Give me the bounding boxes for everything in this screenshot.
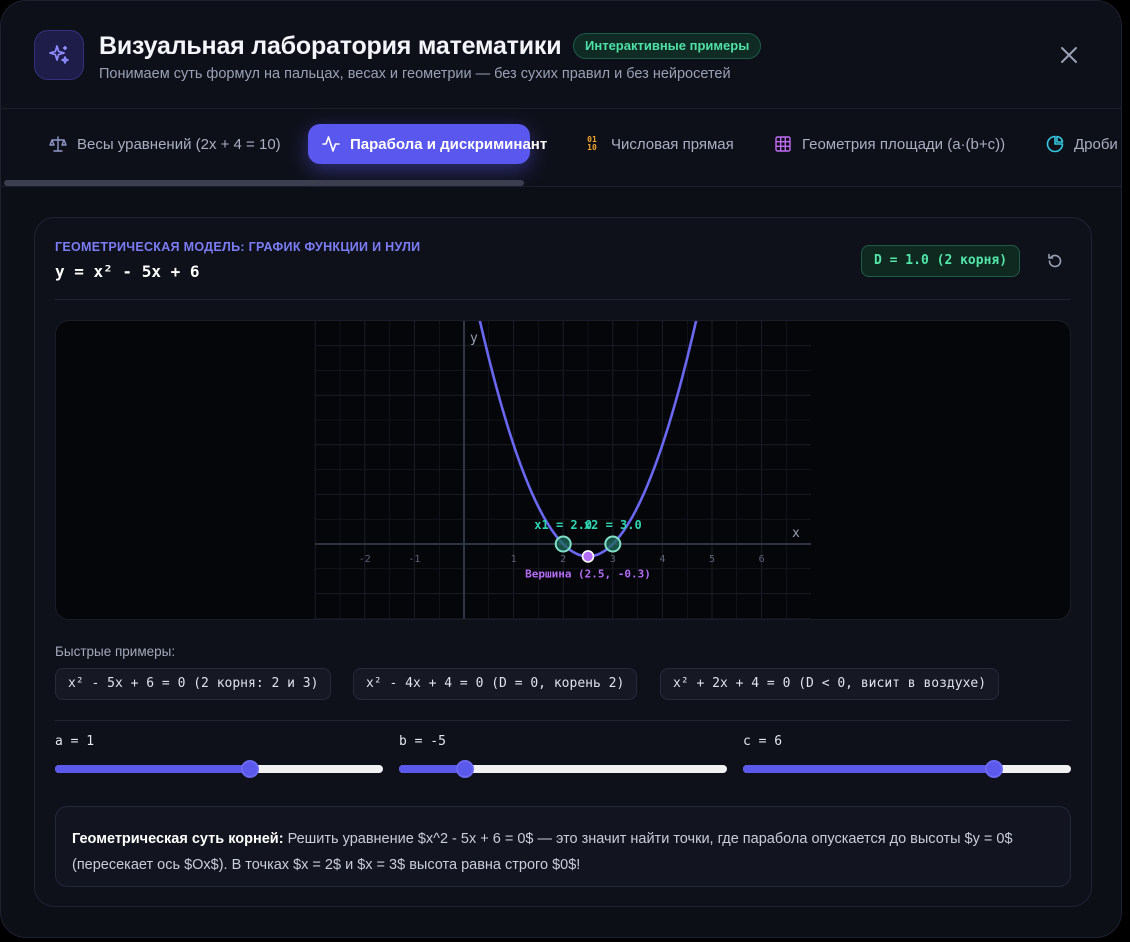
tab-label: Геометрия площади (a·(b+c)) (802, 135, 1006, 153)
example-chip-one-root[interactable]: x² - 4x + 4 = 0 (D = 0, корень 2) (353, 668, 638, 700)
pie-icon (1046, 135, 1064, 153)
close-icon (1061, 47, 1077, 63)
x-tick-label: 4 (659, 554, 665, 565)
tab-label: Числовая прямая (611, 135, 734, 153)
discriminant-badge: D = 1.0 (2 корня) (861, 245, 1021, 277)
slider-thumb[interactable] (984, 760, 1003, 778)
root-point (554, 535, 572, 553)
plot-svg: xy -2 -1 1 2 3 4 5 6 x1 = 2.0x2 = 3.0Вершина (2… (314, 321, 811, 619)
x-tick-label: -2 (359, 554, 371, 565)
x-axis-label: x (792, 526, 800, 541)
reset-button[interactable] (1043, 249, 1067, 273)
x-tick-label: 5 (709, 554, 715, 565)
vertex-point (581, 550, 595, 563)
explanation-bold: Геометрическая суть корней: (72, 831, 284, 847)
root-point (604, 535, 622, 553)
grid-icon (774, 135, 792, 153)
binary-icon: 01 10 (587, 135, 597, 152)
slider-fill (399, 765, 465, 773)
tab-label: Весы уравнений (2x + 4 = 10) (77, 135, 281, 153)
divider (55, 720, 1071, 721)
tab-bar: Весы уравнений (2x + 4 = 10) Парабола и … (1, 109, 1121, 187)
tab-equation-scales[interactable]: Весы уравнений (2x + 4 = 10) (35, 124, 295, 164)
scales-icon (49, 135, 67, 153)
interactive-badge: Интерактивные примеры (573, 33, 762, 59)
y-axis-label: y (470, 331, 478, 346)
parabola-card: ГЕОМЕТРИЧЕСКАЯ МОДЕЛЬ: ГРАФИК ФУНКЦИИ И … (34, 217, 1092, 907)
tab-fractions[interactable]: Дроби (1032, 124, 1121, 164)
modal-header: Визуальная лаборатория математики Интера… (1, 1, 1121, 109)
x-tick-label: 3 (610, 554, 616, 565)
root-label: x2 = 3.0 (584, 518, 642, 532)
vertex-label: Вершина (2.5, -0.3) (525, 567, 651, 580)
slider-thumb[interactable] (241, 760, 260, 778)
lab-modal: Визуальная лаборатория математики Интера… (0, 0, 1122, 938)
example-chip-no-roots[interactable]: x² + 2x + 4 = 0 (D < 0, висит в воздухе) (660, 668, 1000, 700)
model-label: ГЕОМЕТРИЧЕСКАЯ МОДЕЛЬ: ГРАФИК ФУНКЦИИ И … (55, 240, 421, 254)
slider-thumb[interactable] (455, 760, 474, 778)
slider-a-label: a = 1 (55, 734, 95, 749)
x-tick-label: 2 (560, 554, 566, 565)
sparkles-icon (34, 30, 84, 80)
activity-icon (322, 135, 340, 153)
slider-c-label: c = 6 (743, 734, 783, 749)
page-title: Визуальная лаборатория математики (99, 32, 562, 60)
slider-a[interactable] (55, 760, 383, 778)
tab-area-geometry[interactable]: Геометрия площади (a·(b+c)) (760, 124, 1019, 164)
tab-parabola[interactable]: Парабола и дискриминант (308, 124, 547, 164)
reset-icon (1048, 253, 1062, 268)
slider-fill (743, 765, 994, 773)
slider-b[interactable] (399, 760, 727, 778)
slider-c[interactable] (743, 760, 1071, 778)
tab-label: Парабола и дискриминант (350, 135, 548, 153)
quick-examples-title: Быстрые примеры: (55, 644, 176, 659)
function-formula: y = x² - 5x + 6 (55, 262, 200, 281)
example-chip-two-roots[interactable]: x² - 5x + 6 = 0 (2 корня: 2 и 3) (55, 668, 332, 700)
x-tick-label: 1 (511, 554, 517, 565)
slider-fill (55, 765, 251, 773)
page-subtitle: Понимаем суть формул на пальцах, весах и… (99, 66, 731, 82)
x-tick-label: -1 (408, 554, 420, 565)
explanation-box: Геометрическая суть корней: Решить уравн… (55, 806, 1071, 887)
slider-b-label: b = -5 (399, 734, 446, 749)
tab-label: Дроби (1074, 135, 1118, 153)
tab-scrollbar[interactable] (4, 180, 524, 186)
x-tick-label: 6 (759, 554, 765, 565)
parabola-plot[interactable]: xy -2 -1 1 2 3 4 5 6 x1 = 2.0 x2 = 3.0 Вершина (2… (55, 320, 1071, 620)
divider (55, 299, 1071, 300)
tab-number-line[interactable]: 01 10 Числовая прямая (569, 124, 748, 164)
close-button[interactable] (1055, 41, 1083, 69)
